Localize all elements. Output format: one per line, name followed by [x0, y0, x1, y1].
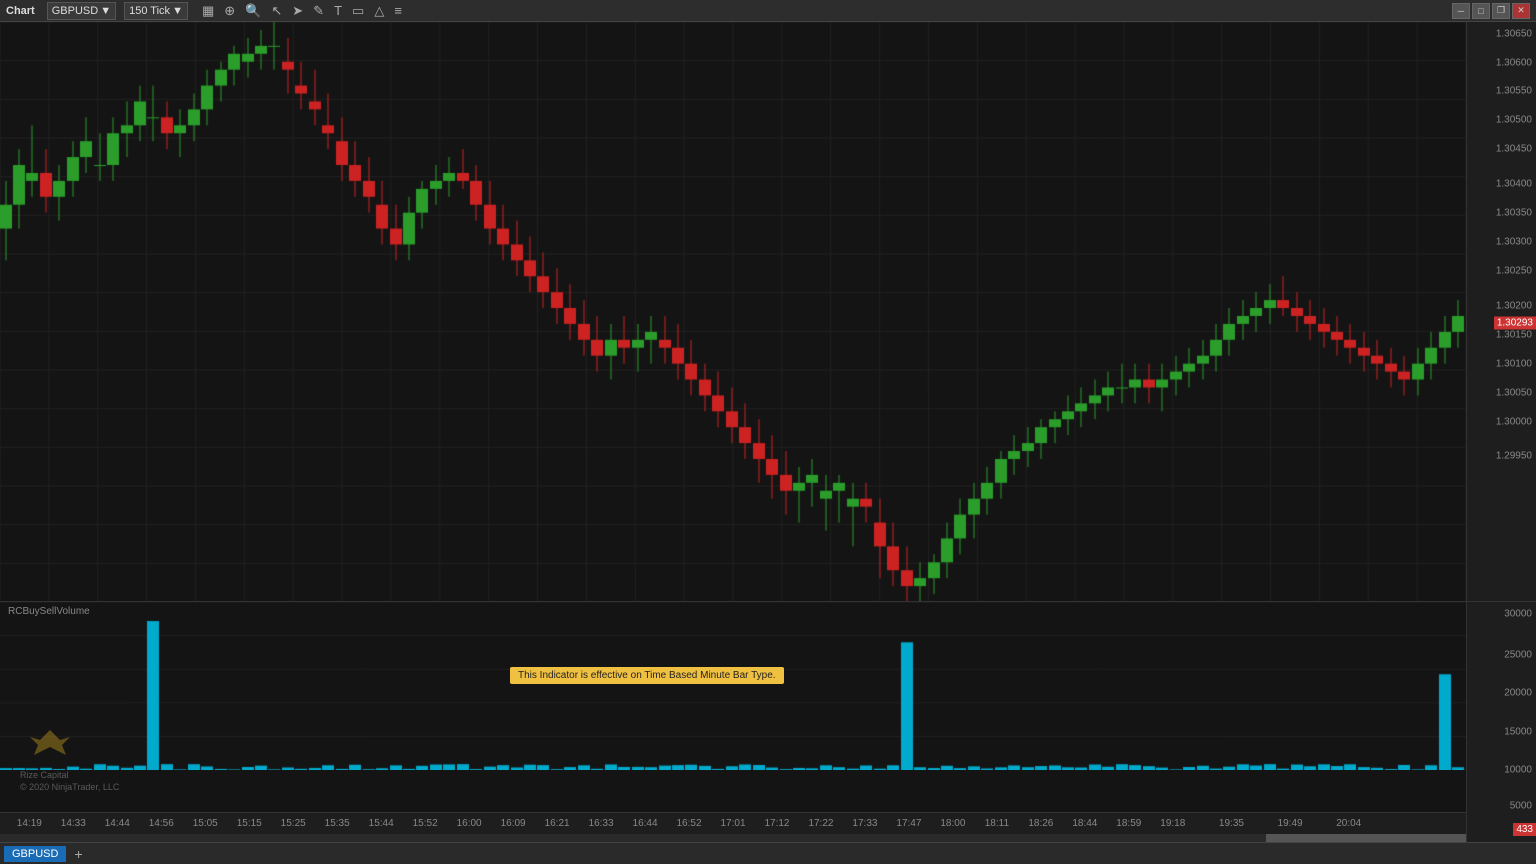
time-label: 17:33: [852, 818, 877, 829]
price-label: 1.30000: [1496, 416, 1532, 427]
price-label: 1.30400: [1496, 179, 1532, 190]
rectangle-icon[interactable]: ▭: [350, 3, 366, 19]
price-label: 1.30250: [1496, 265, 1532, 276]
volume-label: 15000: [1504, 726, 1532, 737]
scrollbar-container[interactable]: [0, 834, 1466, 842]
restore-button[interactable]: ❐: [1492, 3, 1510, 19]
price-axis-lower: 30000 25000 20000 15000 10000 5000 433: [1467, 602, 1536, 842]
minimize-button[interactable]: ─: [1452, 3, 1470, 19]
copyright: © 2020 NinjaTrader, LLC: [20, 782, 119, 792]
time-label: 14:33: [61, 818, 86, 829]
main-area: RCBuySellVolume This Indicator is effect…: [0, 22, 1466, 842]
time-label: 17:01: [720, 818, 745, 829]
price-label: 1.30300: [1496, 237, 1532, 248]
time-label: 19:18: [1160, 818, 1185, 829]
time-label: 16:21: [545, 818, 570, 829]
app-title: Chart: [6, 5, 35, 17]
price-axis-upper: 1.30650 1.30600 1.30550 1.30500 1.30450 1.304…: [1467, 22, 1536, 602]
tab-bar: GBPUSD +: [0, 842, 1536, 864]
time-label: 16:52: [677, 818, 702, 829]
time-label: 17:47: [896, 818, 921, 829]
price-label: 1.29950: [1496, 451, 1532, 462]
bar-chart-icon[interactable]: ▦: [200, 3, 216, 19]
add-tab-button[interactable]: +: [70, 846, 86, 862]
price-label: 1.30600: [1496, 57, 1532, 68]
cursor-icon[interactable]: ↖: [269, 3, 284, 19]
price-label: 1.30200: [1496, 300, 1532, 311]
watermark: Rize Capital © 2020 NinjaTrader, LLC: [20, 725, 119, 792]
indicator-label: RCBuySellVolume: [8, 606, 90, 617]
volume-label: 30000: [1504, 609, 1532, 620]
toolbar-icons: ▦ ⊕ 🔍 ↖ ➤ ✎ T ▭ △ ≡: [200, 3, 404, 19]
time-label: 14:56: [149, 818, 174, 829]
chart-container: RCBuySellVolume This Indicator is effect…: [0, 22, 1536, 842]
title-bar: Chart GBPUSD ▼ 150 Tick ▼ ▦ ⊕ 🔍 ↖ ➤ ✎ T …: [0, 0, 1536, 22]
time-label: 18:59: [1116, 818, 1141, 829]
time-label: 18:00: [940, 818, 965, 829]
symbol-selector[interactable]: GBPUSD ▼: [47, 2, 116, 20]
time-label: 16:09: [501, 818, 526, 829]
draw-icon[interactable]: ✎: [311, 3, 326, 19]
zoom-icon[interactable]: 🔍: [243, 3, 263, 19]
time-label: 14:44: [105, 818, 130, 829]
time-label: 19:49: [1278, 818, 1303, 829]
time-label: 14:19: [17, 818, 42, 829]
symbol-label: GBPUSD: [52, 5, 98, 17]
price-label: 1.30650: [1496, 28, 1532, 39]
price-label: 1.30050: [1496, 387, 1532, 398]
time-label: 16:44: [633, 818, 658, 829]
price-axis: 1.30650 1.30600 1.30550 1.30500 1.30450 1.304…: [1466, 22, 1536, 842]
time-label: 15:15: [237, 818, 262, 829]
price-label: 1.30350: [1496, 208, 1532, 219]
volume-label: 20000: [1504, 688, 1532, 699]
price-label: 1.30150: [1496, 329, 1532, 340]
text-icon[interactable]: T: [332, 3, 344, 18]
maximize-button[interactable]: □: [1472, 3, 1490, 19]
window-controls: ─ □ ❐ ✕: [1452, 3, 1530, 19]
triangle-icon[interactable]: △: [372, 3, 386, 19]
price-label: 1.30100: [1496, 358, 1532, 369]
current-volume-label: 433: [1513, 823, 1536, 836]
price-label: 1.30450: [1496, 144, 1532, 155]
scrollbar-thumb[interactable]: [1266, 834, 1466, 842]
timeframe-selector[interactable]: 150 Tick ▼: [124, 2, 188, 20]
time-label: 18:44: [1072, 818, 1097, 829]
crosshair-icon[interactable]: ⊕: [222, 3, 237, 19]
timeframe-dropdown-arrow: ▼: [172, 5, 183, 17]
volume-label: 10000: [1504, 765, 1532, 776]
time-label: 16:33: [589, 818, 614, 829]
time-label: 16:00: [457, 818, 482, 829]
scrollbar-track[interactable]: [0, 834, 1466, 842]
time-label: 18:26: [1028, 818, 1053, 829]
volume-label: 25000: [1504, 649, 1532, 660]
time-label: 17:22: [808, 818, 833, 829]
price-chart[interactable]: [0, 22, 1466, 602]
symbol-dropdown-arrow: ▼: [100, 5, 111, 17]
time-label: 15:35: [325, 818, 350, 829]
time-label: 17:12: [764, 818, 789, 829]
current-price-label: 1.30293: [1494, 317, 1536, 330]
time-label: 20:04: [1336, 818, 1361, 829]
time-label: 18:11: [985, 818, 1009, 829]
price-label: 1.30500: [1496, 115, 1532, 126]
time-label: 15:05: [193, 818, 218, 829]
tab-label: GBPUSD: [12, 848, 58, 860]
time-axis: 14:19 14:33 14:44 14:56 15:05 15:15 15:25 15:35…: [0, 812, 1466, 834]
volume-panel[interactable]: RCBuySellVolume This Indicator is effect…: [0, 602, 1466, 812]
arrow-icon[interactable]: ➤: [290, 3, 305, 19]
time-label: 19:35: [1219, 818, 1244, 829]
time-label: 15:52: [413, 818, 438, 829]
price-label: 1.30550: [1496, 86, 1532, 97]
close-button[interactable]: ✕: [1512, 3, 1530, 19]
more-icon[interactable]: ≡: [392, 3, 404, 18]
time-label: 15:44: [369, 818, 394, 829]
time-label: 15:25: [281, 818, 306, 829]
chart-tab-gbpusd[interactable]: GBPUSD: [4, 846, 66, 862]
company-name: Rize Capital: [20, 770, 119, 780]
timeframe-label: 150 Tick: [129, 5, 170, 17]
volume-label: 5000: [1510, 801, 1532, 812]
